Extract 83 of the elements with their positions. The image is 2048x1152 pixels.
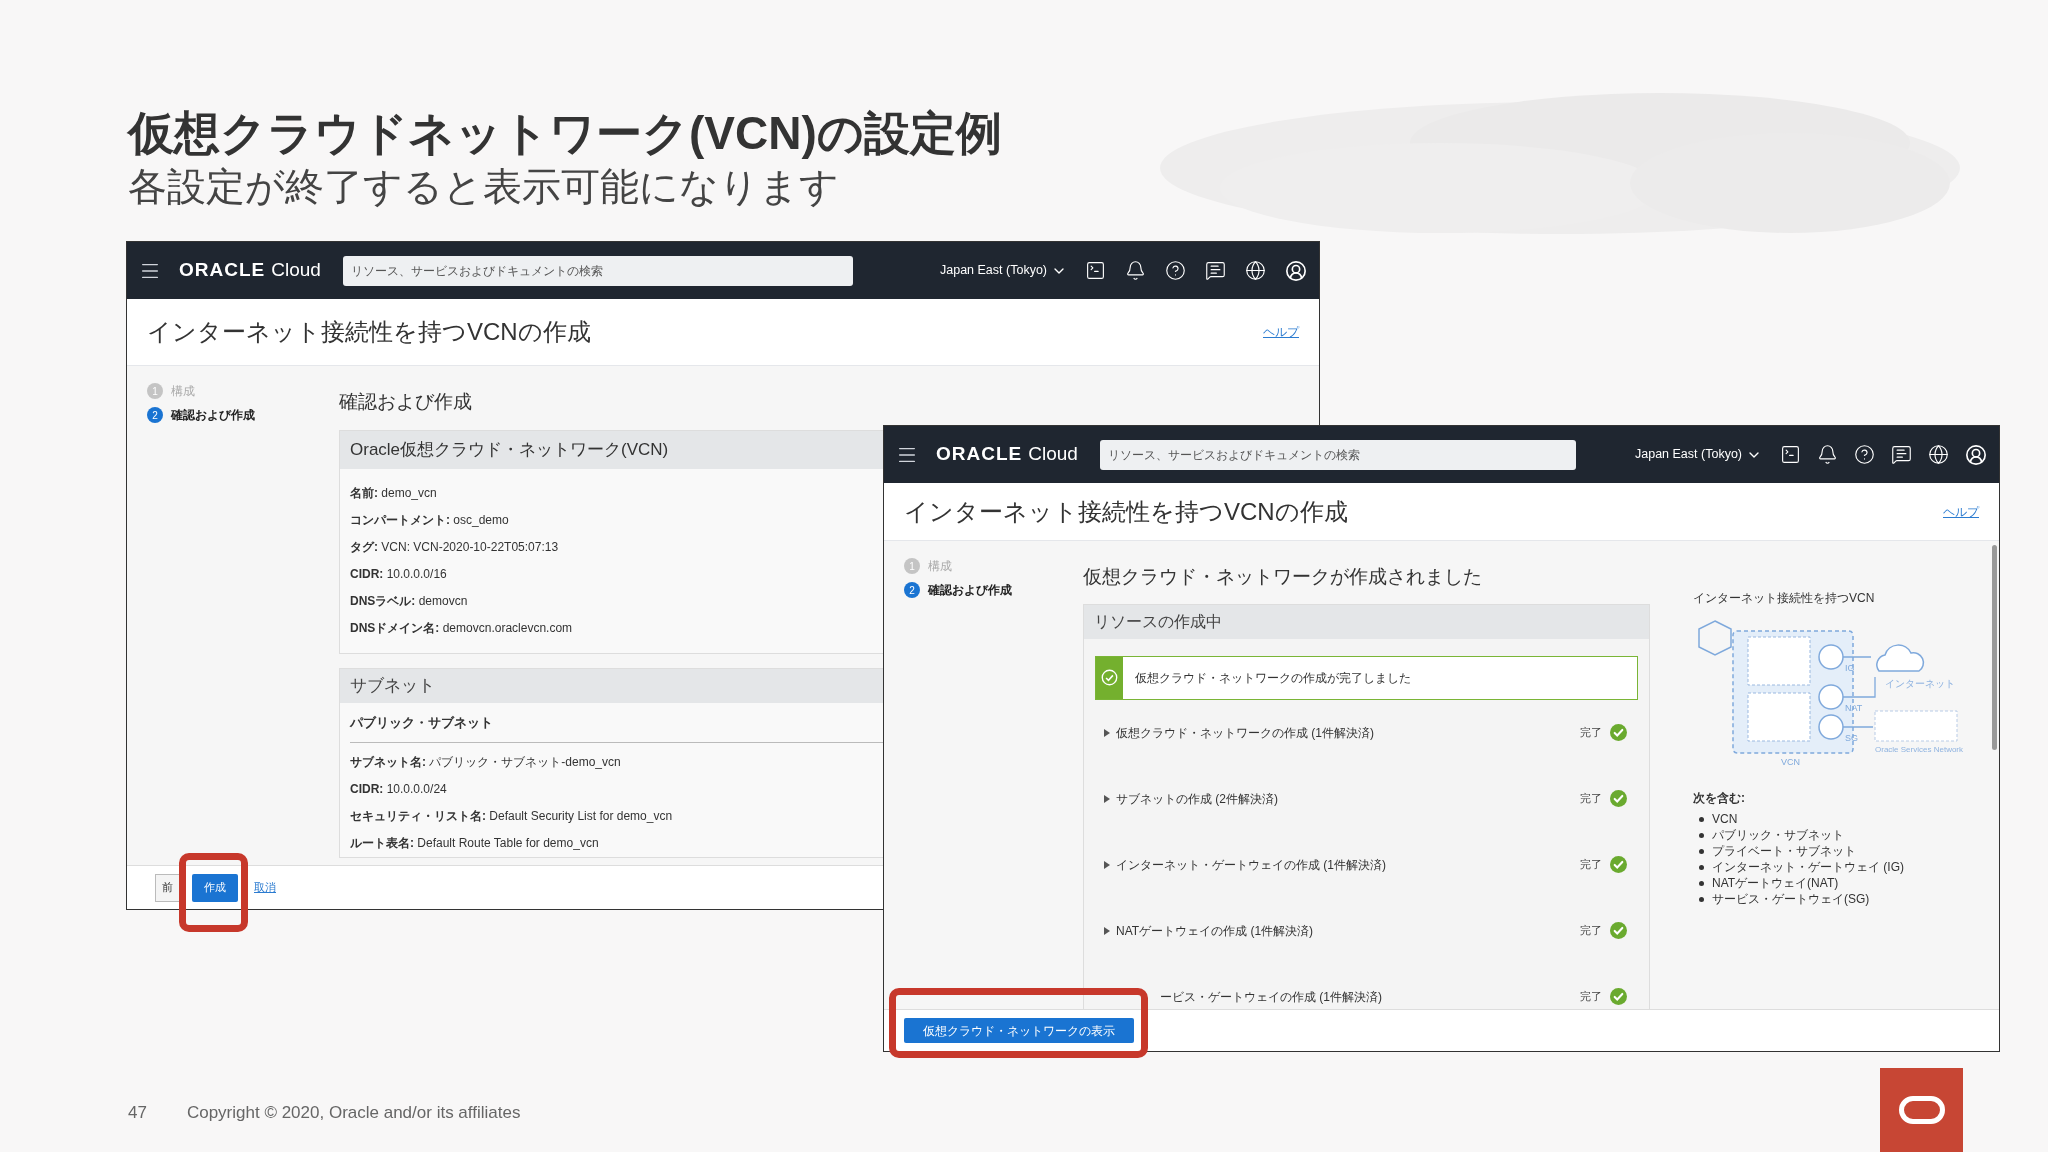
diagram-label: SG xyxy=(1845,733,1858,743)
step-number: 2 xyxy=(904,582,920,598)
info-title: インターネット接続性を持つVCN xyxy=(1693,590,1876,607)
status-text: 完了 xyxy=(1580,791,1602,807)
include-item: サービス・ゲートウェイ(SG) xyxy=(1712,891,1870,907)
field-row-text: CIDR: 10.0.0.0/24 xyxy=(350,781,447,798)
includes-title: 次を含む: xyxy=(1693,790,1746,807)
resource-row-label: サブネットの作成 (2件解決済) xyxy=(1116,790,1278,808)
field-row-text: サブネット名: パブリック・サブネット-demo_vcn xyxy=(350,754,621,771)
slide-title: 仮想クラウドネットワーク(VCN)の設定例 xyxy=(128,106,1002,161)
user-icon[interactable] xyxy=(1965,443,1987,466)
step-label[interactable]: 確認および作成 xyxy=(928,581,1012,599)
field-row-text: ルート表名: Default Route Table for demo_vcn xyxy=(350,835,599,852)
slide-subtitle: 各設定が終了すると表示可能になります xyxy=(128,164,840,210)
user-icon[interactable] xyxy=(1285,259,1307,282)
include-item: パブリック・サブネット xyxy=(1712,827,1844,843)
field-row-text: DNSラベル: demovcn xyxy=(350,592,468,610)
help-icon[interactable] xyxy=(1165,260,1186,281)
resource-row-label: NATゲートウェイの作成 (1件解決済) xyxy=(1116,922,1314,940)
help-icon[interactable] xyxy=(1854,444,1875,465)
status-text: 完了 xyxy=(1580,725,1602,741)
create-button[interactable]: 作成 xyxy=(192,873,238,902)
expand-icon[interactable] xyxy=(1104,794,1110,803)
page-number: 47 xyxy=(128,1102,147,1124)
notification-icon[interactable] xyxy=(1817,444,1838,465)
panel-title: リソースの作成中 xyxy=(1084,604,1649,639)
status-text: 完了 xyxy=(1580,857,1602,873)
step-number: 2 xyxy=(147,407,163,423)
expand-icon[interactable] xyxy=(1104,926,1110,935)
search-field[interactable]: リソース、サービスおよびドキュメントの検索 xyxy=(342,255,853,286)
field-row-text: コンパートメント: osc_demo xyxy=(350,511,509,529)
bullet-icon xyxy=(1699,896,1704,902)
product-name: Cloud xyxy=(1028,442,1078,467)
help-link[interactable]: ヘルプ xyxy=(1263,323,1299,341)
bullet-icon xyxy=(1699,832,1704,838)
diagram-label: Oracle Services Network xyxy=(1875,745,1963,754)
help-link[interactable]: ヘルプ xyxy=(1943,502,1979,521)
logo-text: ORACLE xyxy=(179,258,266,283)
page-title: インターネット接続性を持つVCNの作成 xyxy=(904,496,1348,527)
field-row-text: DNSドメイン名: demovcn.oraclevcn.com xyxy=(350,619,573,637)
page-title: インターネット接続性を持つVCNの作成 xyxy=(147,317,591,347)
back-button[interactable]: 前 xyxy=(155,873,180,902)
terminal-icon[interactable] xyxy=(1085,260,1106,281)
globe-icon[interactable] xyxy=(1245,260,1266,281)
section-heading: 確認および作成 xyxy=(339,390,473,414)
diagram-label: IG xyxy=(1845,663,1855,673)
field-row-text: 名前: demo_vcn xyxy=(350,484,437,502)
status-text: 完了 xyxy=(1580,923,1602,939)
check-icon xyxy=(1101,669,1118,686)
diagram-label: NAT xyxy=(1845,703,1863,713)
chat-icon[interactable] xyxy=(1205,260,1226,281)
notification-icon[interactable] xyxy=(1125,260,1146,281)
field-row-text: CIDR: 10.0.0.0/16 xyxy=(350,565,447,583)
search-field[interactable]: リソース、サービスおよびドキュメントの検索 xyxy=(1099,439,1576,470)
resource-row-label: ービス・ゲートウェイの作成 (1件解決済) xyxy=(1160,988,1382,1006)
region-selector[interactable]: Japan East (Tokyo) xyxy=(1635,445,1762,464)
bullet-icon xyxy=(1699,864,1704,870)
include-item: インターネット・ゲートウェイ (IG) xyxy=(1712,859,1904,875)
expand-icon[interactable] xyxy=(1104,728,1110,737)
copyright-text: Copyright © 2020, Oracle and/or its affiliates xyxy=(186,1102,521,1124)
step-label[interactable]: 確認および作成 xyxy=(171,406,255,424)
expand-icon[interactable] xyxy=(1104,860,1110,869)
chat-icon[interactable] xyxy=(1891,444,1912,465)
diagram-label: インターネット xyxy=(1885,678,1955,689)
terminal-icon[interactable] xyxy=(1780,444,1801,465)
diagram-label: VCN xyxy=(1781,757,1800,767)
include-item: プライベート・サブネット xyxy=(1712,843,1856,859)
include-item: NATゲートウェイ(NAT) xyxy=(1712,875,1839,891)
section-heading: 仮想クラウド・ネットワークが作成されました xyxy=(1083,565,1483,589)
region-selector[interactable]: Japan East (Tokyo) xyxy=(940,261,1067,280)
bullet-icon xyxy=(1699,880,1704,886)
bullet-icon xyxy=(1699,848,1704,854)
field-row-text: セキュリティ・リスト名: Default Security List for demo_vcn xyxy=(350,808,673,825)
bullet-icon xyxy=(1699,816,1704,822)
globe-icon[interactable] xyxy=(1928,444,1949,465)
include-item: VCN xyxy=(1712,811,1738,827)
cancel-link[interactable]: 取消 xyxy=(254,879,276,896)
resource-row-label: インターネット・ゲートウェイの作成 (1件解決済) xyxy=(1116,856,1386,874)
field-row-text: タグ: VCN: VCN-2020-10-22T05:07:13 xyxy=(350,538,559,556)
logo-text: ORACLE xyxy=(936,442,1023,467)
status-text: 完了 xyxy=(1580,989,1602,1005)
view-network-button[interactable]: 仮想クラウド・ネットワークの表示 xyxy=(904,1018,1134,1044)
product-name: Cloud xyxy=(271,258,321,283)
